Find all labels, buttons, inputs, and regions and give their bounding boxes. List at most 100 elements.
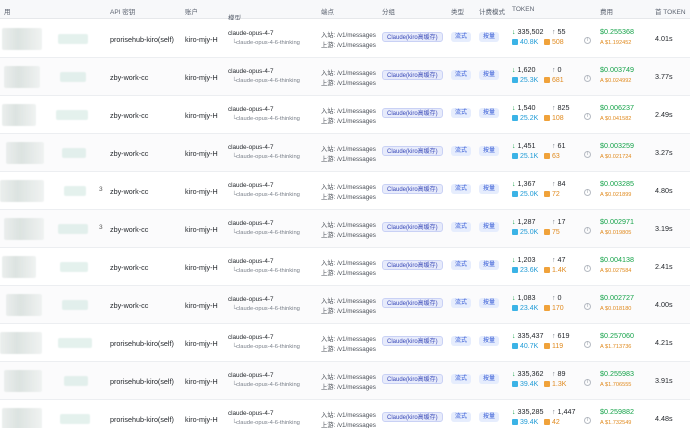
input-token-count: 335,502 [517, 27, 544, 36]
col-type-header: 类型 [451, 9, 464, 16]
first-token-latency: 4.00s [655, 300, 673, 309]
cache-read-icon [512, 267, 518, 273]
info-icon[interactable]: i [584, 75, 591, 82]
first-token-latency: 4.01s [655, 34, 673, 43]
stream-type-badge: 流式 [451, 374, 472, 384]
model-name: claude-opus-4-7 [228, 372, 274, 379]
input-token-count: 1,540 [517, 103, 536, 112]
cache-write-tokens: 508 [544, 39, 564, 46]
stream-type-badge: 流式 [451, 32, 472, 42]
info-icon[interactable]: i [584, 227, 591, 234]
cache-read-tokens: 23.4K [512, 305, 538, 312]
billing-mode-badge: 按量 [479, 412, 500, 422]
account-name: kiro-mjy-H [185, 111, 218, 120]
cost-value: $0.259882 [600, 407, 634, 416]
info-icon[interactable]: i [584, 265, 591, 272]
cache-write-count: 75 [552, 229, 560, 236]
table-row[interactable]: zby-work-cc kiro-mjy-H claude-opus-4-7 └cla… [0, 96, 690, 134]
endpoint-upstream: 上游: /v1/messages [321, 118, 376, 125]
api-key-name: prorisehub-kiro(self) [110, 377, 174, 386]
table-row[interactable]: prorisehub-kiro(self) kiro-mjy-H claude-op… [0, 362, 690, 400]
endpoint-upstream: 上游: /v1/messages [321, 308, 376, 315]
cache-write-tokens: 1.4K [544, 267, 566, 274]
input-token-count: 335,437 [517, 331, 544, 340]
table-row[interactable]: zby-work-cc kiro-mjy-H claude-opus-4-7 └cla… [0, 286, 690, 324]
model-name: claude-opus-4-7 [228, 296, 274, 303]
arrow-up-icon: ↑ [552, 219, 556, 226]
arrow-down-icon: ↓ [512, 105, 516, 112]
table-row[interactable]: zby-work-cc kiro-mjy-H claude-opus-4-7 └cla… [0, 58, 690, 96]
cache-write-tokens: 108 [544, 115, 564, 122]
arrow-up-icon: ↑ [552, 371, 556, 378]
cache-read-tokens: 39.4K [512, 419, 538, 426]
endpoint-upstream: 上游: /v1/messages [321, 156, 376, 163]
redacted-user-block [6, 294, 42, 316]
input-token-count: 1,451 [517, 141, 536, 150]
endpoint-upstream: 上游: /v1/messages [321, 346, 376, 353]
table-row[interactable]: 3 zby-work-cc kiro-mjy-H claude-opus-4-7 └cl… [0, 172, 690, 210]
table-row[interactable]: zby-work-cc kiro-mjy-H claude-opus-4-7 └cla… [0, 134, 690, 172]
arrow-up-icon: ↑ [552, 333, 556, 340]
cache-read-count: 25.1K [520, 153, 539, 160]
endpoint-inbound: 入站: /v1/messages [321, 70, 376, 77]
upstream-model-name: └claude-opus-4-6-thinking [232, 78, 300, 84]
cache-write-icon [544, 115, 550, 121]
output-token-count: 55 [557, 27, 566, 36]
info-icon[interactable]: i [584, 341, 591, 348]
info-icon[interactable]: i [584, 189, 591, 196]
input-tokens: ↓ 335,362 [512, 369, 543, 378]
cost-actual-value: A $0.021724 [600, 154, 632, 160]
info-icon[interactable]: i [584, 113, 591, 120]
endpoint-upstream: 上游: /v1/messages [321, 42, 376, 49]
first-token-latency: 4.80s [655, 186, 673, 195]
input-tokens: ↓ 1,287 [512, 217, 536, 226]
input-tokens: ↓ 335,285 [512, 407, 543, 416]
arrow-up-icon: ↑ [552, 67, 556, 74]
info-icon[interactable]: i [584, 37, 591, 44]
cost-value: $0.255368 [600, 27, 634, 36]
cache-read-icon [512, 381, 518, 387]
model-name: claude-opus-4-7 [228, 144, 274, 151]
cache-read-icon [512, 419, 518, 425]
info-icon[interactable]: i [584, 417, 591, 424]
cost-actual-value: A $1.713736 [600, 344, 632, 350]
redacted-user-block [64, 376, 88, 386]
input-tokens: ↓ 1,083 [512, 293, 536, 302]
output-token-count: 84 [557, 179, 566, 188]
cost-value: $0.006237 [600, 103, 634, 112]
stream-type-badge: 流式 [451, 108, 472, 118]
col-first-token-header: 首 TOKEN [655, 9, 686, 16]
endpoint-inbound: 入站: /v1/messages [321, 146, 376, 153]
chevron-down-icon[interactable]: ⌄ [230, 12, 235, 19]
table-row[interactable]: zby-work-cc kiro-mjy-H claude-opus-4-7 └cla… [0, 248, 690, 286]
output-tokens: ↑ 47 [552, 255, 566, 264]
endpoint-upstream: 上游: /v1/messages [321, 422, 376, 428]
info-icon[interactable]: i [584, 151, 591, 158]
col-group-header: 分组 [382, 9, 395, 16]
first-token-latency: 3.19s [655, 224, 673, 233]
cache-read-tokens: 25.1K [512, 153, 538, 160]
output-tokens: ↑ 61 [552, 141, 566, 150]
group-badge: Claude(kiro高缓存) [382, 412, 443, 422]
table-row[interactable]: prorisehub-kiro(self) kiro-mjy-H claude-op… [0, 400, 690, 428]
output-tokens: ↑ 825 [552, 103, 570, 112]
upstream-model-name: └claude-opus-4-6-thinking [232, 116, 300, 122]
cache-read-icon [512, 191, 518, 197]
output-token-count: 89 [557, 369, 566, 378]
redacted-user-block [60, 72, 86, 82]
stream-type-badge: 流式 [451, 412, 472, 422]
cache-write-count: 170 [552, 305, 564, 312]
endpoint-inbound: 入站: /v1/messages [321, 336, 376, 343]
redacted-user-block [0, 180, 44, 202]
arrow-down-icon: ↓ [512, 333, 516, 340]
api-key-name: zby-work-cc [110, 187, 149, 196]
account-name: kiro-mjy-H [185, 377, 218, 386]
table-row[interactable]: prorisehub-kiro(self) kiro-mjy-H claude-op… [0, 20, 690, 58]
table-row[interactable]: 3 zby-work-cc kiro-mjy-H claude-opus-4-7 └cl… [0, 210, 690, 248]
table-row[interactable]: prorisehub-kiro(self) kiro-mjy-H claude-op… [0, 324, 690, 362]
info-icon[interactable]: i [584, 379, 591, 386]
info-icon[interactable]: i [584, 303, 591, 310]
first-token-latency: 2.41s [655, 262, 673, 271]
user-suffix: 3 [99, 186, 103, 193]
arrow-down-icon: ↓ [512, 219, 516, 226]
